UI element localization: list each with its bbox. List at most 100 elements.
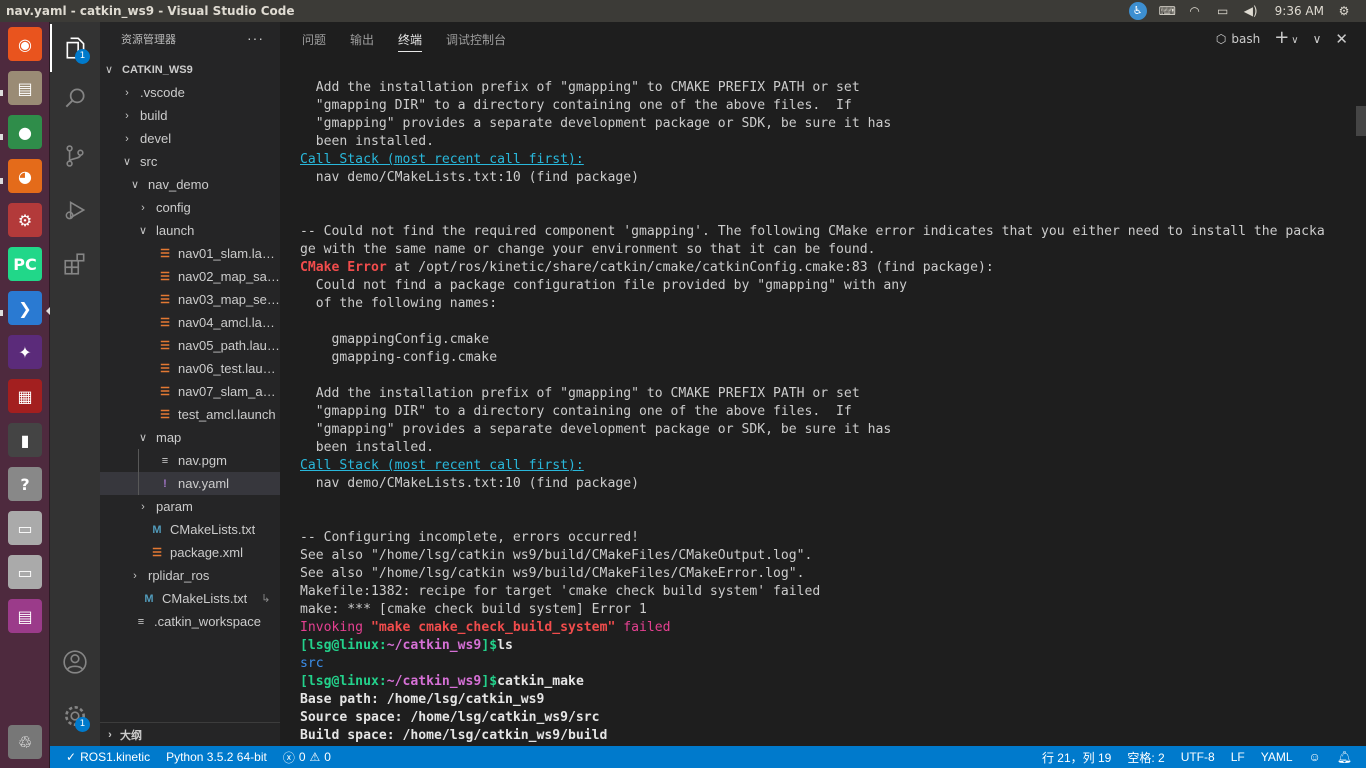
launcher-system-settings[interactable]: ⚙ — [5, 200, 45, 240]
launcher-ubuntu-dash[interactable]: ◉ — [5, 24, 45, 64]
tree-file-test-amcl-launch[interactable]: ☰ test_amcl.launch — [100, 403, 280, 426]
tab-terminal[interactable]: 终端 — [398, 22, 423, 56]
tree-file-cmakelists-txt[interactable]: M CMakeLists.txt ↳ — [100, 587, 280, 610]
tree-folder-devel[interactable]: › devel — [100, 127, 280, 150]
terminal-text[interactable]: Call Stack (most recent call first): — [300, 458, 584, 473]
terminal-line: -- Could not find the required component… — [300, 223, 1350, 241]
terminal-selector[interactable]: ⬡ bash — [1216, 32, 1260, 46]
terminal-text: nav demo/CMakeLists.txt:10 (find package… — [300, 170, 639, 185]
tree-file-nav05-path-launch[interactable]: ☰ nav05_path.launch — [100, 334, 280, 357]
tree-file-nav01-slam-launch[interactable]: ☰ nav01_slam.launch — [100, 242, 280, 265]
terminal-line: Makefile:1382: recipe for target 'cmake … — [300, 583, 1350, 601]
tree-folder-build[interactable]: › build — [100, 104, 280, 127]
tree-folder--vscode[interactable]: › .vscode — [100, 81, 280, 104]
launcher-files[interactable]: ▤ — [5, 68, 45, 108]
terminal-output[interactable]: Add the installation prefix of "gmapping… — [300, 79, 1350, 746]
launcher-app-purple[interactable]: ✦ — [5, 332, 45, 372]
tree-folder-launch[interactable]: ∨ launch — [100, 219, 280, 242]
tab-debug-console[interactable]: 调试控制台 — [446, 22, 506, 56]
tree-folder-param[interactable]: › param — [100, 495, 280, 518]
tree-file-package-xml[interactable]: ☰ package.xml — [100, 541, 280, 564]
status-cursor-position[interactable]: 行 21，列 19 — [1034, 746, 1119, 768]
tree-file-nav-yaml[interactable]: ! nav.yaml — [100, 472, 280, 495]
status-language[interactable]: YAML — [1253, 746, 1301, 768]
terminal-line: [lsg@linux:~/catkin_ws9]$catkin_make — [300, 673, 1350, 691]
power-gear-icon[interactable]: ⚙ — [1336, 4, 1352, 18]
accounts-activity[interactable] — [50, 638, 100, 686]
launcher-firefox[interactable]: ◕ — [5, 156, 45, 196]
tab-problems[interactable]: 问题 — [302, 22, 326, 56]
launcher-trash[interactable]: ♲ — [5, 722, 45, 762]
terminal-text: Makefile:1382: recipe for target 'cmake … — [300, 584, 821, 599]
terminal-text: been installed. — [300, 134, 435, 149]
wifi-icon[interactable]: ◠ — [1187, 4, 1203, 18]
tree-file-cmakelists-txt[interactable]: M CMakeLists.txt — [100, 518, 280, 541]
launcher-disk-1[interactable]: ▭ — [5, 508, 45, 548]
tree-label: nav03_map_serv... — [178, 292, 280, 307]
launcher-chrome[interactable]: ● — [5, 112, 45, 152]
tree-file--catkin-workspace[interactable]: ≡ .catkin_workspace — [100, 610, 280, 633]
tree-file-nav07-slam-aut-[interactable]: ☰ nav07_slam_aut... — [100, 380, 280, 403]
launcher-help[interactable]: ? — [5, 464, 45, 504]
status-indentation[interactable]: 空格: 2 — [1119, 746, 1172, 768]
error-count: 0 — [298, 750, 306, 764]
terminal-panel: 问题 输出 终端 调试控制台 ⬡ bash + ∨ ∨ ✕ Add the ins… — [280, 22, 1366, 746]
search-activity[interactable] — [50, 74, 100, 122]
terminal-line: been installed. — [300, 439, 1350, 457]
tree-folder-config[interactable]: › config — [100, 196, 280, 219]
status-eol[interactable]: LF — [1223, 746, 1253, 768]
launcher-app-window[interactable]: ▤ — [5, 596, 45, 636]
tab-output[interactable]: 输出 — [350, 22, 374, 56]
tree-folder-catkin-ws9[interactable]: ∨ CATKIN_WS9 — [100, 58, 280, 81]
tree-folder-rplidar-ros[interactable]: › rplidar_ros — [100, 564, 280, 587]
close-panel-button[interactable]: ✕ — [1335, 30, 1348, 48]
terminal-text[interactable]: Call Stack (most recent call first): — [300, 152, 584, 167]
tree-file-nav06-test-launch[interactable]: ☰ nav06_test.launch — [100, 357, 280, 380]
status-remote[interactable]: ✓ ROS1.kinetic — [50, 746, 158, 768]
new-terminal-button[interactable]: + ∨ — [1274, 28, 1298, 50]
tree-file-nav04-amcl-launch[interactable]: ☰ nav04_amcl.launch — [100, 311, 280, 334]
terminal-text: See also "/home/lsg/catkin ws9/build/CMa… — [300, 548, 813, 563]
tree-label: nav.pgm — [178, 453, 227, 468]
extensions-activity[interactable] — [50, 240, 100, 288]
launcher-terminal[interactable]: ▮ — [5, 420, 45, 460]
terminal-text: Base path: /home/lsg/catkin_ws9 — [300, 692, 545, 707]
tree-label: .catkin_workspace — [154, 614, 261, 629]
tree-file-nav03-map-serv-[interactable]: ☰ nav03_map_serv... — [100, 288, 280, 311]
tree-folder-src[interactable]: ∨ src — [100, 150, 280, 173]
launcher-app-red[interactable]: ▦ — [5, 376, 45, 416]
chevron-down-icon: ∨ — [138, 225, 148, 237]
outline-section[interactable]: › 大纲 — [100, 722, 280, 746]
status-encoding[interactable]: UTF-8 — [1173, 746, 1223, 768]
maximize-panel-button[interactable]: ∨ — [1313, 32, 1322, 46]
status-feedback[interactable]: ☺ — [1301, 746, 1329, 768]
launcher-vscode[interactable]: ❯ — [5, 288, 45, 328]
tree-folder-map[interactable]: ∨ map — [100, 426, 280, 449]
tree-file-nav-pgm[interactable]: ≡ nav.pgm — [100, 449, 280, 472]
status-problems[interactable]: ⓧ 0 ⚠ 0 — [275, 746, 339, 768]
terminal-line: "gmapping DIR" to a directory containing… — [300, 97, 1350, 115]
terminal-scrollbar[interactable] — [1356, 106, 1366, 136]
keyboard-icon[interactable]: ⌨ — [1159, 4, 1176, 18]
status-notifications[interactable]: 🔔︎ — [1329, 746, 1366, 768]
battery-icon[interactable]: ▭ — [1215, 4, 1231, 18]
source-control-activity[interactable] — [50, 132, 100, 180]
volume-icon[interactable]: ◀) — [1243, 4, 1259, 18]
terminal-line: Source space: /home/lsg/catkin_ws9/src — [300, 709, 1350, 727]
explorer-activity[interactable]: 1 — [50, 24, 100, 72]
accessibility-icon[interactable]: ♿ — [1128, 2, 1147, 20]
clock[interactable]: 9:36 AM — [1275, 4, 1324, 18]
disk-2-icon: ▭ — [8, 555, 42, 589]
run-debug-activity[interactable] — [50, 186, 100, 234]
tree-file-nav02-map-sav-[interactable]: ☰ nav02_map_sav... — [100, 265, 280, 288]
launcher-pycharm[interactable]: PC — [5, 244, 45, 284]
terminal-text: ls — [497, 638, 513, 653]
more-actions-button[interactable]: ··· — [247, 30, 264, 46]
terminal-line: gmapping-config.cmake — [300, 349, 1350, 367]
xml-file-icon: ☰ — [152, 547, 162, 559]
tree-folder-nav-demo[interactable]: ∨ nav_demo — [100, 173, 280, 196]
manage-activity[interactable]: 1 — [50, 692, 100, 740]
status-python-interpreter[interactable]: Python 3.5.2 64-bit — [158, 746, 275, 768]
launcher-disk-2[interactable]: ▭ — [5, 552, 45, 592]
tree-label: config — [156, 200, 191, 215]
